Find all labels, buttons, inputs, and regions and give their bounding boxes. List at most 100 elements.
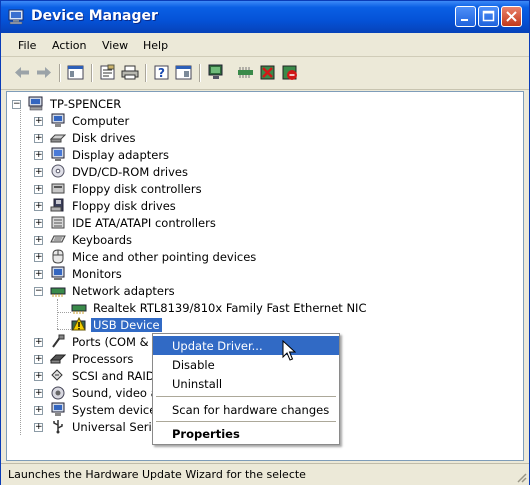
title-bar[interactable]: Device Manager xyxy=(1,1,529,33)
menu-item-update-driver[interactable]: Update Driver... xyxy=(153,336,339,355)
print-icon[interactable] xyxy=(121,64,139,81)
tree-item-realtek-nic[interactable]: Realtek RTL8139/810x Family Fast Etherne… xyxy=(7,300,407,317)
tree-item-floppy-controllers[interactable]: + Floppy disk controllers xyxy=(7,181,267,198)
menu-item-disable[interactable]: Disable xyxy=(153,355,339,374)
help-icon[interactable]: ? xyxy=(153,64,171,81)
tree-item-monitors[interactable]: + Monitors xyxy=(7,266,267,283)
toolbar-separator xyxy=(199,64,201,82)
tree-item-floppy-drives[interactable]: + Floppy disk drives xyxy=(7,198,267,215)
menu-view[interactable]: View xyxy=(102,39,128,52)
tree-item-label: Keyboards xyxy=(72,233,133,247)
close-icon xyxy=(506,11,517,22)
floppy-drive-icon xyxy=(50,198,64,212)
status-bar: Launches the Hardware Update Wizard for … xyxy=(1,463,529,485)
tree-item-label: DVD/CD-ROM drives xyxy=(72,165,188,179)
device-manager-icon xyxy=(8,9,24,25)
tree-item-label: Mice and other pointing devices xyxy=(72,250,257,264)
tree-item-label: USB Device xyxy=(91,318,162,332)
collapse-icon[interactable]: − xyxy=(12,100,21,109)
tree-item-label: Disk drives xyxy=(72,131,136,145)
expand-icon[interactable]: + xyxy=(34,151,43,160)
console-tree-icon[interactable] xyxy=(67,64,85,81)
expand-icon[interactable]: + xyxy=(34,406,43,415)
port-icon xyxy=(52,334,65,348)
expand-icon[interactable]: + xyxy=(34,168,43,177)
expand-icon[interactable]: + xyxy=(34,423,43,432)
minimize-button[interactable] xyxy=(455,6,476,27)
properties-icon[interactable] xyxy=(99,64,117,81)
network-adapter-icon xyxy=(50,287,66,297)
expand-icon[interactable]: + xyxy=(34,253,43,262)
expand-icon[interactable]: + xyxy=(34,389,43,398)
menu-item-properties[interactable]: Properties xyxy=(153,424,339,443)
expand-icon[interactable]: + xyxy=(34,338,43,347)
sound-icon xyxy=(51,386,65,400)
toolbar-separator xyxy=(59,64,61,82)
expand-icon[interactable]: + xyxy=(34,202,43,211)
expand-icon[interactable]: + xyxy=(34,355,43,364)
toolbar-separator xyxy=(91,64,93,82)
menu-action[interactable]: Action xyxy=(52,39,86,52)
tree-item-label: Computer xyxy=(72,114,130,128)
menu-item-label: Update Driver... xyxy=(172,339,263,353)
tree-item-mice[interactable]: + Mice and other pointing devices xyxy=(7,249,307,266)
display-adapter-icon xyxy=(51,147,65,161)
tree-item-label: Sound, video a xyxy=(72,386,158,400)
forward-arrow-icon[interactable] xyxy=(35,64,53,81)
menu-separator xyxy=(156,396,336,397)
tree-item-keyboards[interactable]: + Keyboards xyxy=(7,232,267,249)
menu-file[interactable]: File xyxy=(18,39,36,52)
uninstall-icon[interactable] xyxy=(259,64,277,81)
expand-icon[interactable]: + xyxy=(34,117,43,126)
tree-item-display-adapters[interactable]: + Display adapters xyxy=(7,147,267,164)
menu-item-label: Properties xyxy=(172,427,240,441)
menu-item-scan-hardware[interactable]: Scan for hardware changes xyxy=(153,400,339,419)
tree-item-label: Realtek RTL8139/810x Family Fast Etherne… xyxy=(93,301,367,315)
tree-item-label: System devices xyxy=(72,403,163,417)
close-button[interactable] xyxy=(501,6,522,27)
back-arrow-icon[interactable] xyxy=(13,64,31,81)
tree-item-dvd-drives[interactable]: + DVD/CD-ROM drives xyxy=(7,164,267,181)
expand-icon[interactable]: + xyxy=(34,372,43,381)
tree-item-network-adapters[interactable]: − Network adapters xyxy=(7,283,267,300)
expand-icon[interactable]: + xyxy=(34,185,43,194)
minimize-icon xyxy=(461,19,468,21)
tree-item-system-devices[interactable]: + System devices xyxy=(7,402,162,419)
tree-item-usb-device[interactable]: USB Device xyxy=(7,317,207,334)
tree-item-processors[interactable]: + Processors xyxy=(7,351,157,368)
collapse-icon[interactable]: − xyxy=(34,287,43,296)
warning-icon xyxy=(71,317,86,331)
menu-help[interactable]: Help xyxy=(143,39,168,52)
update-driver-icon[interactable] xyxy=(237,64,255,81)
tree-item-disk-drives[interactable]: + Disk drives xyxy=(7,130,267,147)
expand-icon[interactable]: + xyxy=(34,236,43,245)
tree-item-ide-controllers[interactable]: + IDE ATA/ATAPI controllers xyxy=(7,215,267,232)
scsi-icon xyxy=(51,369,63,381)
tree-item-sound[interactable]: + Sound, video a xyxy=(7,385,158,402)
floppy-controller-icon xyxy=(51,183,65,194)
keyboard-icon xyxy=(50,235,66,243)
tree-item-label: Display adapters xyxy=(72,148,170,162)
context-menu: Update Driver... Disable Uninstall Scan … xyxy=(152,333,340,445)
expand-icon[interactable]: + xyxy=(34,219,43,228)
tree-item-label: Monitors xyxy=(72,267,122,281)
tree-item-usb-controllers[interactable]: + Universal Seria xyxy=(7,419,159,436)
expand-icon[interactable]: + xyxy=(34,134,43,143)
show-hide-icon[interactable] xyxy=(175,64,193,81)
menu-item-uninstall[interactable]: Uninstall xyxy=(153,374,339,393)
processor-icon xyxy=(50,354,66,364)
tree-item-ports[interactable]: + Ports (COM & L xyxy=(7,334,159,351)
scan-hardware-icon[interactable] xyxy=(207,64,225,81)
tree-item-label: Universal Seria xyxy=(72,420,159,434)
expand-icon[interactable]: + xyxy=(34,270,43,279)
tree-item-scsi[interactable]: + SCSI and RAID xyxy=(7,368,157,385)
mouse-pointer-icon xyxy=(282,340,296,361)
disable-icon[interactable] xyxy=(281,64,299,81)
tree-item-label: SCSI and RAID xyxy=(72,369,155,383)
maximize-button[interactable] xyxy=(478,6,499,27)
resize-grip-icon[interactable] xyxy=(515,471,527,483)
tree-item-computer[interactable]: + Computer xyxy=(7,113,267,130)
tree-root[interactable]: − TP-SPENCER xyxy=(7,96,207,113)
monitor-icon xyxy=(51,266,65,280)
usb-icon xyxy=(53,420,63,434)
